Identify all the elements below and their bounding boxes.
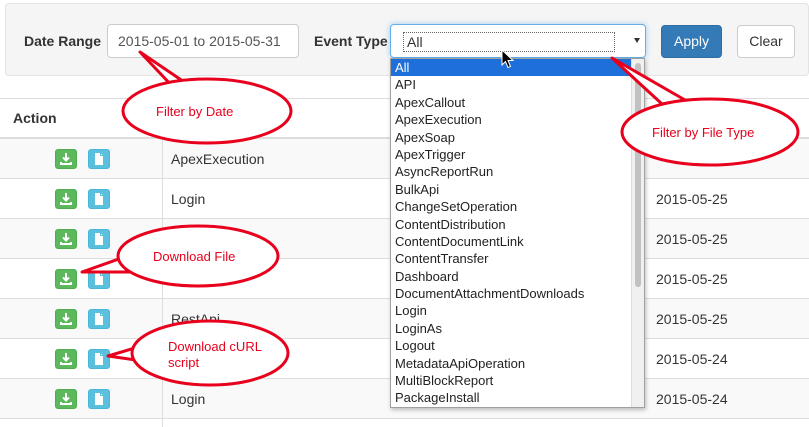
callout-filter-by-date: Filter by Date xyxy=(156,104,234,119)
callout-download-curl-line1: Download cURL xyxy=(168,339,262,354)
event-type-dropdown-list[interactable]: All API ApexCallout ApexExecution ApexSoap Ap… xyxy=(390,58,645,408)
dropdown-option[interactable]: AsyncReportRun xyxy=(391,163,644,180)
action-column-header: Action xyxy=(13,110,57,126)
date-range-input[interactable]: 2015-05-01 to 2015-05-31 xyxy=(107,24,299,58)
event-type-label: Event Type xyxy=(314,33,388,49)
download-icon[interactable] xyxy=(55,269,77,289)
dropdown-option[interactable]: ApexSoap xyxy=(391,129,644,146)
dropdown-option[interactable]: DocumentAttachmentDownloads xyxy=(391,285,644,302)
dropdown-option[interactable]: All xyxy=(391,59,644,77)
log-date-cell: 2015-05-25 xyxy=(656,271,728,287)
file-icon[interactable] xyxy=(88,229,110,249)
dropdown-option[interactable]: API xyxy=(391,76,644,93)
log-date-cell: 2015-05-25 xyxy=(656,191,728,207)
event-type-cell: Login xyxy=(171,391,206,407)
dropdown-option[interactable]: ContentTransfer xyxy=(391,250,644,267)
file-icon[interactable] xyxy=(88,389,110,409)
dropdown-option[interactable]: BulkApi xyxy=(391,181,644,198)
apply-button[interactable]: Apply xyxy=(661,25,722,58)
dropdown-option[interactable]: ApexCallout xyxy=(391,94,644,111)
callout-download-curl-line2: script xyxy=(168,355,200,370)
log-date-cell: 2015-05-24 xyxy=(656,391,728,407)
dropdown-option[interactable]: Dashboard xyxy=(391,268,644,285)
event-type-cell: RestApi xyxy=(171,311,221,327)
log-date-cell: 2015-05-24 xyxy=(656,351,728,367)
file-icon[interactable] xyxy=(88,309,110,329)
dropdown-option[interactable]: ChangeSetOperation xyxy=(391,198,644,215)
dropdown-scrollbar[interactable] xyxy=(631,59,644,407)
dropdown-option[interactable]: Login xyxy=(391,302,644,319)
event-type-cell: Login xyxy=(171,191,206,207)
mouse-pointer-icon xyxy=(501,49,515,69)
caret-down-icon xyxy=(634,38,640,43)
dropdown-option[interactable]: MetadataApiOperation xyxy=(391,355,644,372)
dropdown-option[interactable]: ContentDistribution xyxy=(391,216,644,233)
dropdown-option[interactable]: PackageInstall xyxy=(391,389,644,406)
file-icon[interactable] xyxy=(88,269,110,289)
log-date-cell: 2015-05-25 xyxy=(656,231,728,247)
file-icon[interactable] xyxy=(88,349,110,369)
dropdown-option[interactable]: LoginAs xyxy=(391,320,644,337)
download-icon[interactable] xyxy=(55,189,77,209)
download-icon[interactable] xyxy=(55,229,77,249)
callout-download-curl: Download cURL script xyxy=(168,339,262,371)
dropdown-option[interactable]: MultiBlockReport xyxy=(391,372,644,389)
callout-download-file: Download File xyxy=(153,249,236,264)
dropdown-option[interactable]: ContentDocumentLink xyxy=(391,233,644,250)
log-date-cell: 2015-05-25 xyxy=(656,311,728,327)
column-divider xyxy=(162,137,163,427)
dropdown-option[interactable]: ApexExecution xyxy=(391,111,644,128)
date-range-label: Date Range xyxy=(24,33,102,49)
file-icon[interactable] xyxy=(88,149,110,169)
callout-filter-by-file-type: Filter by File Type xyxy=(652,125,755,140)
download-icon[interactable] xyxy=(55,149,77,169)
download-icon[interactable] xyxy=(55,349,77,369)
event-type-cell: ApexExecution xyxy=(171,151,265,167)
download-icon[interactable] xyxy=(55,309,77,329)
event-type-select[interactable]: All xyxy=(390,24,646,58)
file-icon[interactable] xyxy=(88,189,110,209)
clear-button[interactable]: Clear xyxy=(737,25,795,58)
event-type-cell: n xyxy=(171,271,179,287)
dropdown-option[interactable]: Logout xyxy=(391,337,644,354)
download-icon[interactable] xyxy=(55,389,77,409)
dropdown-option[interactable]: ApexTrigger xyxy=(391,146,644,163)
scrollbar-thumb[interactable] xyxy=(635,63,641,287)
